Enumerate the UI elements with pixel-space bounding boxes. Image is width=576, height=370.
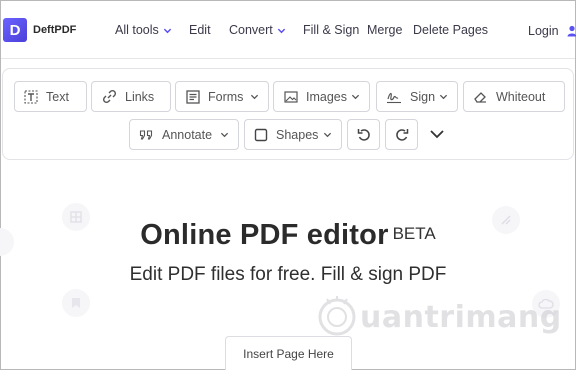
insert-page-label: Insert Page Here [243,346,334,361]
chevron-down-icon [250,94,259,100]
nav-all-tools-label: All tools [115,23,159,37]
links-tool-label: Links [125,89,155,104]
eraser-icon [474,91,486,103]
annotate-tool-button[interactable]: Annotate [129,119,239,150]
images-tool-label: Images [306,89,347,104]
nav-merge-label: Merge [367,23,403,37]
undo-icon [357,128,370,141]
sign-tool-button[interactable]: Sign [376,81,458,112]
chevron-down-icon [439,94,448,100]
chevron-down-icon [220,132,229,138]
top-navigation: D DeftPDF All tools Edit Convert Fill & … [1,1,576,59]
insert-page-button[interactable]: Insert Page Here [225,336,352,370]
forms-tool-button[interactable]: Forms [175,81,269,112]
sign-tool-label: Sign [410,89,436,104]
redo-button[interactable] [385,119,418,150]
nav-fill-sign-label: Fill & Sign [303,23,360,37]
brand-logo[interactable]: D DeftPDF [3,18,76,42]
expand-toolbar-button[interactable] [428,125,446,143]
link-icon [102,89,117,104]
chevron-down-icon [163,28,171,33]
links-tool-button[interactable]: Links [91,81,171,112]
editor-toolbar: Text Links Forms Images Sign Whiteout An… [2,68,574,160]
chevron-down-icon [277,28,285,33]
undo-button[interactable] [347,119,380,150]
text-tool-button[interactable]: Text [14,81,87,112]
shapes-tool-label: Shapes [276,127,319,142]
user-icon[interactable] [567,25,576,37]
redo-icon [395,128,408,141]
nav-edit[interactable]: Edit [189,23,211,37]
hero-subtitle: Edit PDF files for free. Fill & sign PDF [129,264,447,285]
chevron-down-icon [351,94,360,100]
login-link[interactable]: Login [528,24,559,38]
logo-mark: D [3,18,27,42]
text-tool-icon [24,89,38,104]
beta-badge: BETA [392,224,436,243]
nav-fill-sign[interactable]: Fill & Sign [303,23,359,37]
nav-delete-pages-label: Delete Pages [413,23,489,37]
chevron-down-icon [323,132,332,138]
watermark: uantrimang [316,296,562,338]
image-icon [284,90,298,103]
images-tool-button[interactable]: Images [273,81,370,112]
watermark-logo-icon [318,296,356,336]
nav-convert[interactable]: Convert [229,23,286,37]
whiteout-tool-button[interactable]: Whiteout [463,81,565,112]
forms-tool-label: Forms [208,89,244,104]
nav-delete-pages[interactable]: Delete Pages [413,23,488,37]
annotate-quote-icon [139,129,153,140]
text-tool-label: Text [46,89,69,104]
page-title: Online PDF editor [140,219,389,251]
nav-merge[interactable]: Merge [367,23,402,37]
signature-icon [387,92,401,103]
square-shape-icon [254,128,268,141]
annotate-tool-label: Annotate [162,127,213,142]
nav-all-tools[interactable]: All tools [115,23,172,37]
nav-edit-label: Edit [189,23,211,37]
nav-convert-label: Convert [229,23,273,37]
brand-name: DeftPDF [33,24,77,36]
deco-bookmark-icon [62,289,90,317]
form-icon [186,89,200,104]
shapes-tool-button[interactable]: Shapes [244,119,342,150]
hero-title: Online PDF editor BETA [0,219,576,252]
whiteout-tool-label: Whiteout [496,89,546,104]
watermark-text: uantrimang [360,299,562,335]
chevron-down-icon [430,130,444,139]
